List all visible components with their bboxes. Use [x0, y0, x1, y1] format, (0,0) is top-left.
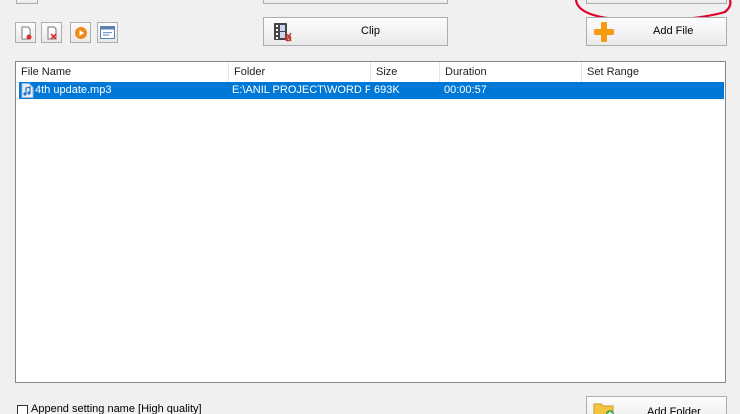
audio-file-icon — [21, 83, 34, 98]
clip-button[interactable]: Clip — [263, 17, 448, 46]
cell-size: 693K — [374, 84, 400, 96]
column-header-folder[interactable]: Folder — [229, 62, 371, 82]
cell-file-name: 4th update.mp3 — [35, 84, 112, 96]
table-row[interactable]: 4th update.mp3 E:\ANIL PROJECT\WORD P...… — [19, 82, 724, 99]
cell-set-range — [586, 82, 724, 99]
top-left-button-stub[interactable] — [16, 0, 38, 4]
new-item-button[interactable] — [15, 22, 36, 43]
file-list[interactable]: File Name Folder Size Duration Set Range… — [15, 61, 726, 383]
top-dropdown-stub[interactable] — [263, 0, 448, 4]
play-button[interactable] — [70, 22, 91, 43]
append-setting-checkbox[interactable] — [17, 405, 28, 414]
add-plus-icon — [594, 22, 614, 42]
window-button[interactable] — [97, 22, 118, 43]
column-header-size[interactable]: Size — [371, 62, 440, 82]
film-clip-icon — [274, 23, 292, 42]
append-setting-label: Append setting name [High quality] — [31, 403, 202, 414]
cell-folder: E:\ANIL PROJECT\WORD P... — [232, 84, 370, 96]
folder-icon — [593, 403, 614, 414]
delete-icon — [47, 26, 57, 40]
column-header-duration[interactable]: Duration — [440, 62, 582, 82]
add-folder-button-label: Add Folder — [647, 406, 701, 414]
clip-button-label: Clip — [361, 25, 380, 37]
column-header-file-name[interactable]: File Name — [16, 62, 229, 82]
play-icon — [74, 26, 87, 39]
add-file-button-label: Add File — [653, 25, 694, 37]
delete-button[interactable] — [41, 22, 62, 43]
add-file-button[interactable]: Add File — [586, 17, 727, 46]
cell-duration: 00:00:57 — [444, 84, 487, 96]
add-folder-button[interactable]: Add Folder — [586, 396, 727, 414]
new-document-icon — [21, 26, 31, 39]
window-icon — [100, 26, 115, 39]
file-list-header: File Name Folder Size Duration Set Range — [16, 62, 725, 83]
column-header-set-range[interactable]: Set Range — [582, 62, 725, 82]
